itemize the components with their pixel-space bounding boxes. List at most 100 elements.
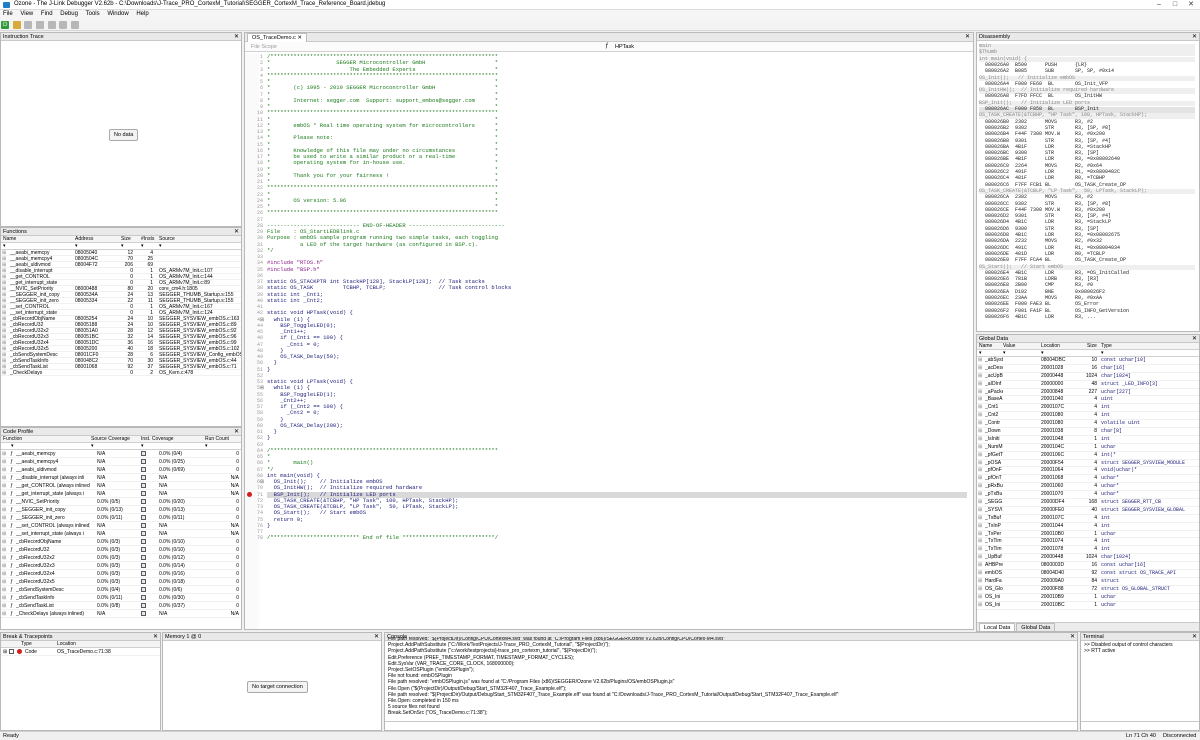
global-data-filter-row[interactable]: ▾ ▾ ▾ ▾ <box>977 350 1199 357</box>
coverage-checkbox[interactable] <box>141 491 146 496</box>
table-row[interactable]: ⊞ _pRxBu 20001060 4 uchar* <box>977 483 1199 492</box>
table-row[interactable]: ⊞ _SEGG 20000DF4 168 struct SEGGER_RTT_CB <box>977 499 1199 507</box>
disasm-line[interactable]: 080026B4 F44F 7300 MOV.W R3, #0x200 <box>979 132 1105 138</box>
table-row[interactable]: ⊞ _Cnt1 2000107C 4 int <box>977 404 1199 413</box>
coverage-checkbox[interactable] <box>141 459 146 464</box>
col-location[interactable]: Location <box>57 641 76 648</box>
coverage-checkbox[interactable] <box>141 507 146 512</box>
expand-icon[interactable]: ⊞ <box>2 498 6 506</box>
table-row[interactable]: ⊞ _TxBuf 2000107C 4 int <box>977 515 1199 523</box>
coverage-checkbox[interactable] <box>141 563 146 568</box>
fold-icon[interactable]: ⊟ <box>260 479 264 485</box>
expand-icon[interactable]: ⊞ <box>2 602 6 610</box>
expand-icon[interactable]: ⊞ <box>2 546 6 554</box>
menu-file[interactable]: File <box>0 10 16 18</box>
expand-icon[interactable]: ⊞ <box>978 507 982 515</box>
expand-icon[interactable]: ⊞ <box>2 450 6 458</box>
expand-icon[interactable]: ⊞ <box>978 570 982 578</box>
maximize-button[interactable]: □ <box>1168 1 1182 9</box>
expand-icon[interactable]: ⊞ <box>2 506 6 514</box>
disasm-line[interactable]: 080026A2 B085 SUB SP, SP, #0x14 <box>979 69 1114 75</box>
expand-icon[interactable]: ⊞ <box>978 546 982 554</box>
coverage-checkbox[interactable] <box>141 571 146 576</box>
expand-icon[interactable]: ⊞ <box>978 389 982 397</box>
expand-icon[interactable]: ⊞ <box>978 499 982 507</box>
table-row[interactable]: ⊞ _SYSVI 20000FE0 40 struct SEGGER_SYSVIEW_G… <box>977 507 1199 515</box>
menu-debug[interactable]: Debug <box>57 10 81 18</box>
expand-icon[interactable]: ⊞ <box>978 523 982 531</box>
fold-icon[interactable]: ⊟ <box>260 385 264 391</box>
disasm-line[interactable]: 080026F6 4B1C LDR R3, ... <box>979 314 1096 321</box>
table-row[interactable]: ⊞ _pfOnT 20001068 4 uchar* <box>977 475 1199 484</box>
table-row[interactable]: ⊞ _abSyst 08004DBC 10 const uchar[10] <box>977 357 1199 365</box>
table-row[interactable]: ⊞ ƒ _cbSendTaskList 0.0% (0/8) 0.0% (0/37) 0 <box>1 602 241 610</box>
expand-icon[interactable]: ⊞ <box>978 538 982 546</box>
table-row[interactable]: ⊞ ƒ __get_CONTROL (always inlined) N/A N/A N/… <box>1 482 241 490</box>
col-size[interactable]: Size <box>121 236 131 243</box>
table-row[interactable]: ⊞ _aPacke 20000848 227 uchar[227] <box>977 389 1199 397</box>
table-row[interactable]: ⊞ ƒ __SEGGER_init_copy 0.0% (0/13) 0.0% (0/1… <box>1 506 241 514</box>
expand-icon[interactable]: ⊞ <box>2 514 6 522</box>
expand-icon[interactable]: ⊞ <box>978 594 982 602</box>
close-icon[interactable]: ✕ <box>153 633 158 641</box>
table-row[interactable]: ⊞ _TxTim 20001078 4 int <box>977 546 1199 555</box>
table-row[interactable]: ⊞ _acDesc 20001028 16 char[16] <box>977 365 1199 373</box>
col-value[interactable]: Value <box>1003 343 1015 350</box>
coverage-checkbox[interactable] <box>141 531 146 536</box>
table-row[interactable]: ⊞ _aIDInf 20000000 48 struct _LED_INFO[3] <box>977 381 1199 389</box>
expand-icon[interactable]: ⊞ <box>2 530 6 538</box>
coverage-checkbox[interactable] <box>141 451 146 456</box>
col-address[interactable]: Address <box>75 236 93 243</box>
menu-tools[interactable]: Tools <box>83 10 103 18</box>
col-type[interactable]: Type <box>21 641 32 648</box>
expand-icon[interactable]: ⊞ <box>978 420 982 428</box>
close-icon[interactable]: ✕ <box>234 228 239 236</box>
code-profile-filter-row[interactable]: ▾ ▾ ▾ ▾ <box>1 443 241 450</box>
expand-icon[interactable]: ⊞ <box>2 570 6 578</box>
close-icon[interactable]: ✕ <box>1070 633 1075 641</box>
col-size[interactable]: Size <box>1087 343 1097 350</box>
expand-icon[interactable]: ⊞ <box>978 444 982 452</box>
close-button[interactable]: ✕ <box>1184 1 1198 9</box>
col-function[interactable]: Function <box>3 436 22 443</box>
close-icon[interactable]: ✕ <box>1192 335 1197 343</box>
coverage-checkbox[interactable] <box>141 475 146 480</box>
coverage-checkbox[interactable] <box>141 595 146 600</box>
table-row[interactable]: ⊞ _TxInP 20001044 4 int <box>977 523 1199 531</box>
table-row[interactable]: ⊞ _pTxBu 20001070 4 uchar* <box>977 491 1199 500</box>
table-row[interactable]: ⊞ ƒ _cbSendTaskInfo 0.0% (0/11) 0.0% (0/30) 0 <box>1 594 241 602</box>
close-icon[interactable]: ✕ <box>1192 633 1197 641</box>
table-row[interactable]: ⊞ OS_Ini 200010B9 1 uchar <box>977 594 1199 602</box>
table-row[interactable]: ⊞ ƒ __aeabi_uldivmod N/A 0.0% (0/69) 0 <box>1 466 241 474</box>
expand-icon[interactable]: ⊞ <box>2 578 6 586</box>
expand-icon[interactable]: ⊞ <box>978 412 982 420</box>
expand-icon[interactable]: ⊞ <box>978 373 982 381</box>
coverage-checkbox[interactable] <box>141 467 146 472</box>
col-inst-coverage[interactable]: Inst. Coverage <box>141 436 174 443</box>
function-scope-dropdown[interactable]: HPTask <box>615 44 634 50</box>
expand-icon[interactable]: ⊞ <box>2 538 6 546</box>
expand-icon[interactable]: ⊞ <box>2 482 6 490</box>
expand-icon[interactable]: ⊞ <box>978 404 982 412</box>
coverage-checkbox[interactable] <box>141 611 146 616</box>
expand-icon[interactable]: ⊞ <box>2 586 6 594</box>
expand-icon[interactable]: ⊞ <box>978 460 982 468</box>
file-scope-dropdown[interactable]: File Scope <box>251 44 277 50</box>
expand-icon[interactable]: ⊞ <box>978 491 982 499</box>
table-row[interactable]: ⊞ ƒ __aeabi_memcpy4 N/A 0.0% (0/25) 0 <box>1 458 241 466</box>
table-row[interactable]: ⊞ _CheckDelays 0 2 OS_Kern.c:478 <box>1 370 241 376</box>
col-location[interactable]: Location <box>1041 343 1060 350</box>
coverage-checkbox[interactable] <box>141 483 146 488</box>
table-row[interactable]: ⊞ _Down 20001038 8 char[8] <box>977 428 1199 436</box>
coverage-checkbox[interactable] <box>141 523 146 528</box>
table-row[interactable]: ⊞ _Contr 20001080 4 volatile uint <box>977 420 1199 429</box>
expand-icon[interactable]: ⊞ <box>978 475 982 483</box>
table-row[interactable]: ⊞ ƒ _cbRecordU32x5 0.0% (0/3) 0.0% (0/18) 0 <box>1 578 241 586</box>
table-row[interactable]: ⊞ _pfGetT 2000106C 4 int(* <box>977 452 1199 460</box>
table-row[interactable]: ⊞ _Cnt2 20001080 4 int <box>977 412 1199 421</box>
table-row[interactable]: ⊞ AHBPre 0800003D 16 const uchar[16] <box>977 562 1199 571</box>
table-row[interactable]: ⊞_acUpBu 20000448 1024 char[1024] <box>977 373 1199 381</box>
expand-icon[interactable]: ⊞ <box>2 610 6 618</box>
breakpoint-icon[interactable] <box>247 492 252 497</box>
table-row[interactable]: ⊞ OS_Ini 200010BC 1 uchar <box>977 602 1199 610</box>
